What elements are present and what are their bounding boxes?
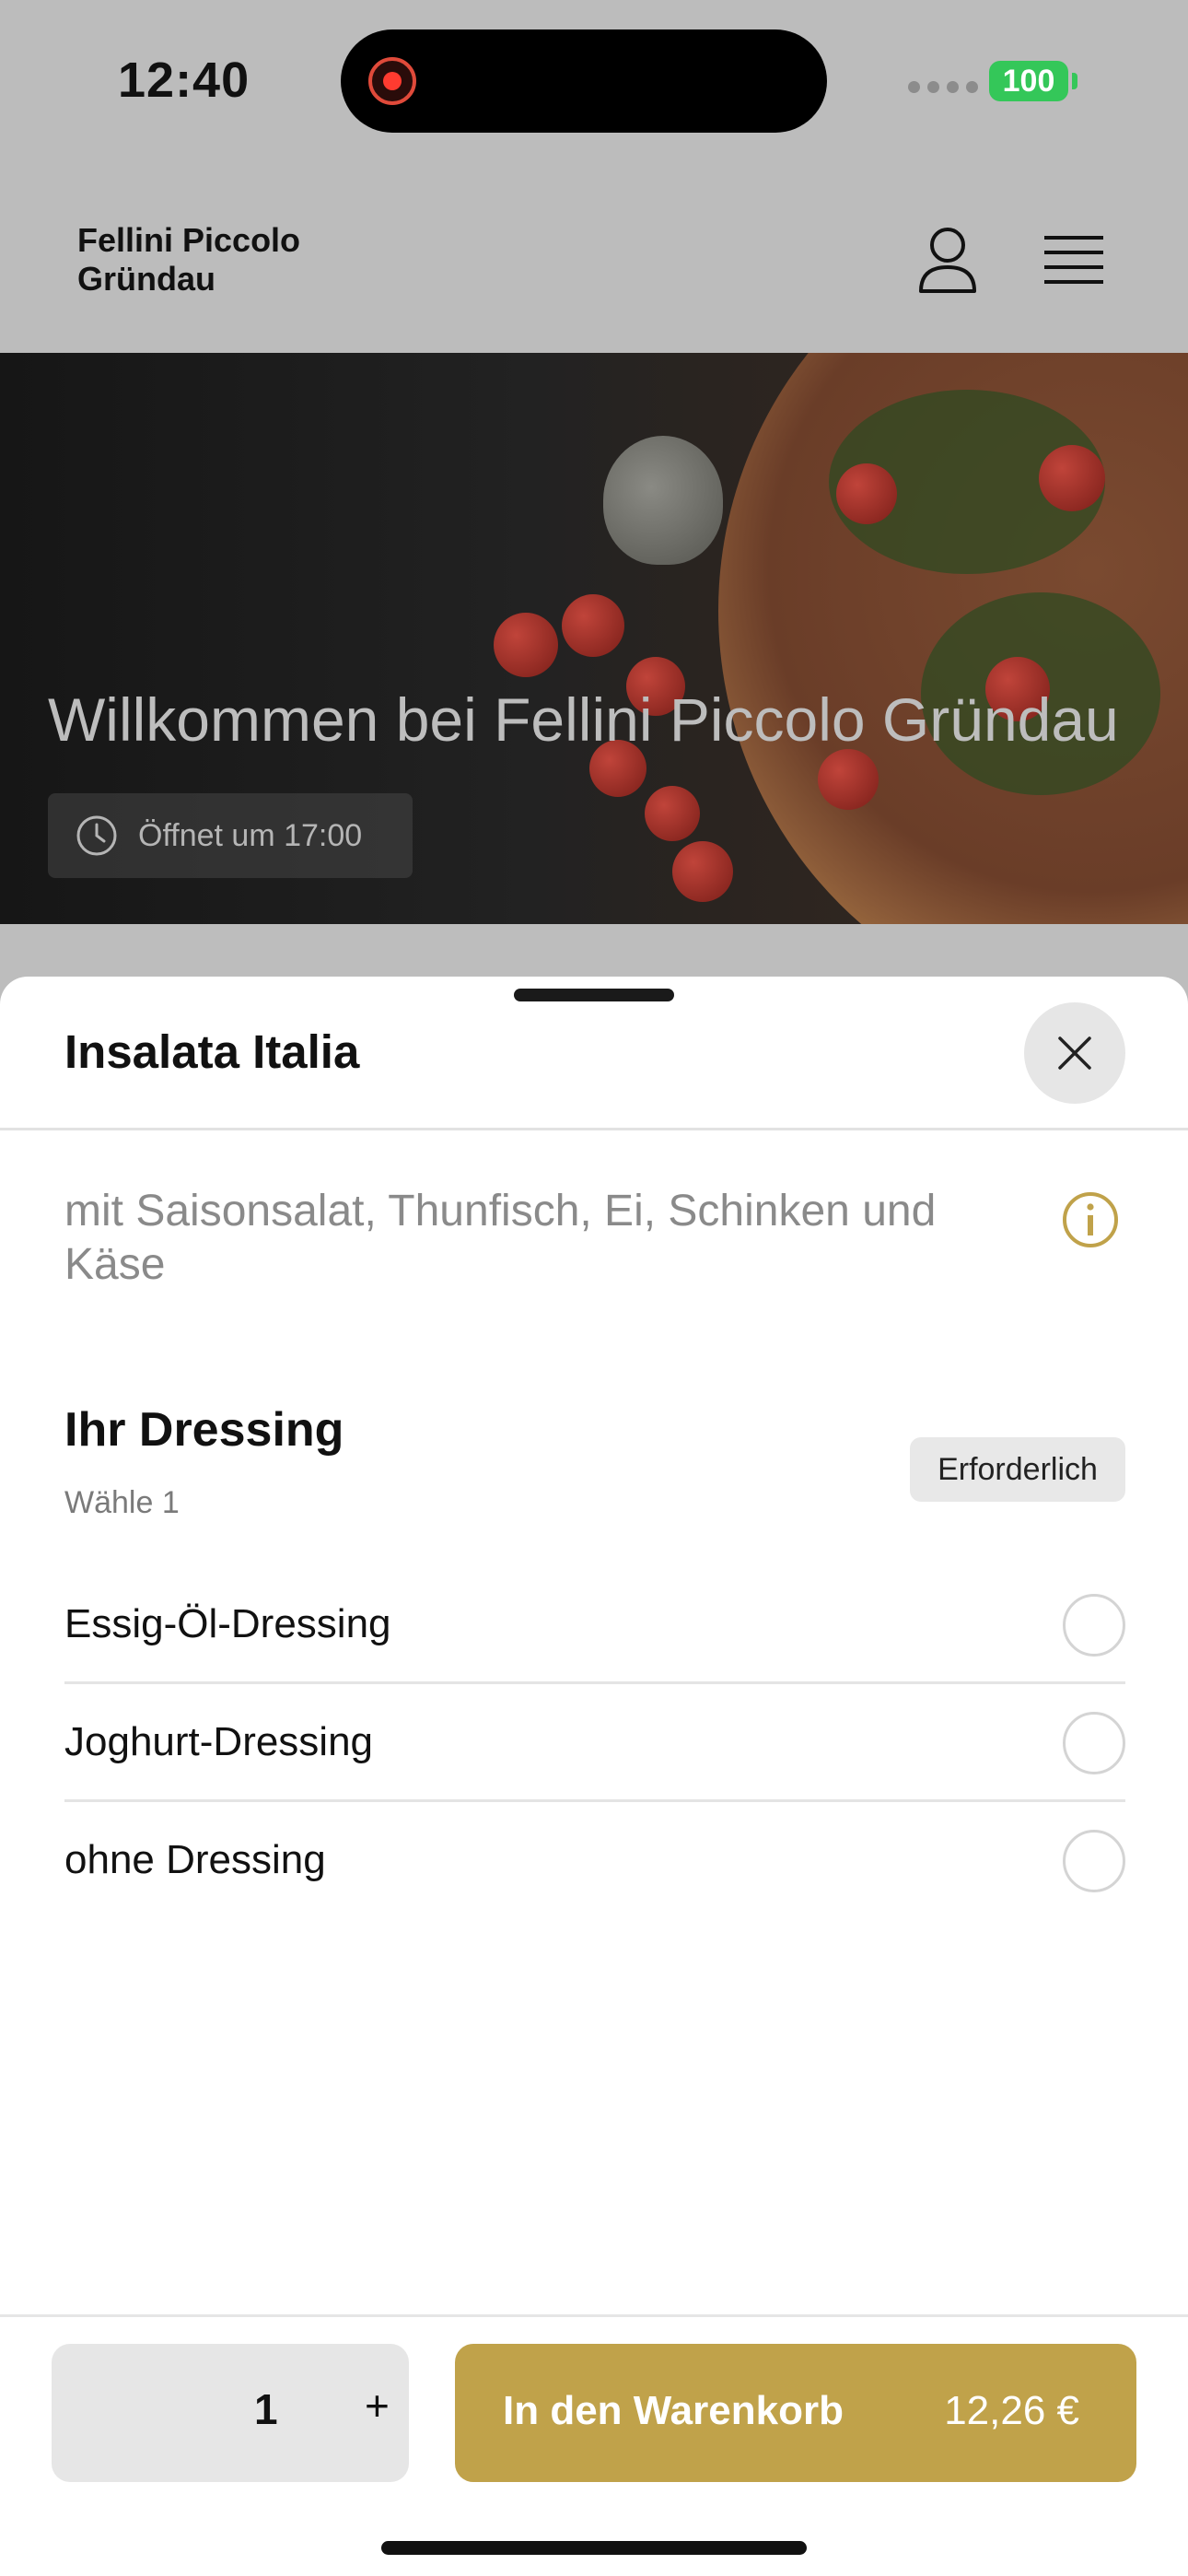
status-time: 12:40 [118, 53, 250, 108]
add-to-cart-label: In den Warenkorb [503, 2388, 844, 2433]
dressing-section-title: Ihr Dressing [64, 1403, 344, 1457]
quantity-plus-button[interactable]: + [365, 2381, 390, 2430]
info-icon[interactable] [1061, 1190, 1120, 1249]
decor-tomato [645, 786, 700, 841]
hero-title: Willkommen bei Fellini Piccolo Gründau [48, 685, 1119, 754]
garlic-image [603, 436, 723, 565]
screen-recording-icon [368, 57, 416, 105]
add-to-cart-price: 12,26 € [944, 2388, 1079, 2433]
dressing-option-label: Joghurt-Dressing [64, 1719, 374, 1764]
dressing-option-label: Essig-Öl-Dressing [64, 1601, 391, 1646]
footer-divider [0, 2314, 1188, 2317]
user-icon[interactable] [917, 227, 978, 293]
radio-button[interactable] [1063, 1830, 1125, 1892]
opening-hours-text: Öffnet um 17:00 [138, 817, 363, 853]
battery-icon: 100 [989, 61, 1068, 101]
radio-button[interactable] [1063, 1594, 1125, 1657]
product-title: Insalata Italia [64, 1025, 360, 1078]
hamburger-menu-icon[interactable] [1044, 232, 1103, 287]
decor-tomato [818, 749, 879, 810]
home-indicator[interactable] [381, 2541, 807, 2555]
brand-line-2: Gründau [77, 260, 215, 298]
dynamic-island [341, 29, 827, 133]
dressing-option[interactable]: Joghurt-Dressing [64, 1684, 1125, 1802]
product-sheet: Insalata Italia mit Saisonsalat, Thunfis… [0, 977, 1188, 2576]
app-header: Fellini Piccolo Gründau [0, 166, 1188, 353]
decor-tomato [562, 594, 624, 657]
dressing-option-label: ohne Dressing [64, 1837, 326, 1882]
clock-icon [76, 815, 117, 856]
add-to-cart-button[interactable]: In den Warenkorb 12,26 € [455, 2344, 1136, 2482]
decor-tomato [494, 613, 558, 677]
close-icon [1058, 1036, 1091, 1070]
signal-icon [908, 81, 978, 93]
quantity-stepper: 1 + [52, 2344, 409, 2482]
opening-hours-badge: Öffnet um 17:00 [48, 793, 413, 878]
decor-tomato [1039, 445, 1105, 511]
dressing-section-subtitle: Wähle 1 [64, 1485, 180, 1520]
required-badge: Erforderlich [910, 1437, 1125, 1502]
quantity-value: 1 [254, 2385, 278, 2433]
brand-line-1: Fellini Piccolo [77, 221, 301, 259]
battery-cap [1072, 73, 1077, 89]
decor-tomato [672, 841, 733, 902]
status-bar: 12:40 100 [0, 0, 1188, 166]
decor-tomato [836, 463, 897, 524]
divider [0, 1128, 1188, 1130]
brand-name[interactable]: Fellini Piccolo Gründau [77, 221, 372, 299]
radio-button[interactable] [1063, 1712, 1125, 1774]
product-description: mit Saisonsalat, Thunfisch, Ei, Schinken… [64, 1187, 937, 1289]
dressing-option[interactable]: Essig-Öl-Dressing [64, 1566, 1125, 1684]
close-button[interactable] [1024, 1002, 1125, 1104]
dressing-options: Essig-Öl-Dressing Joghurt-Dressing ohne … [64, 1566, 1125, 1920]
hero-banner: Willkommen bei Fellini Piccolo Gründau Ö… [0, 353, 1188, 924]
dressing-option[interactable]: ohne Dressing [64, 1802, 1125, 1920]
sheet-grabber[interactable] [514, 989, 674, 1001]
